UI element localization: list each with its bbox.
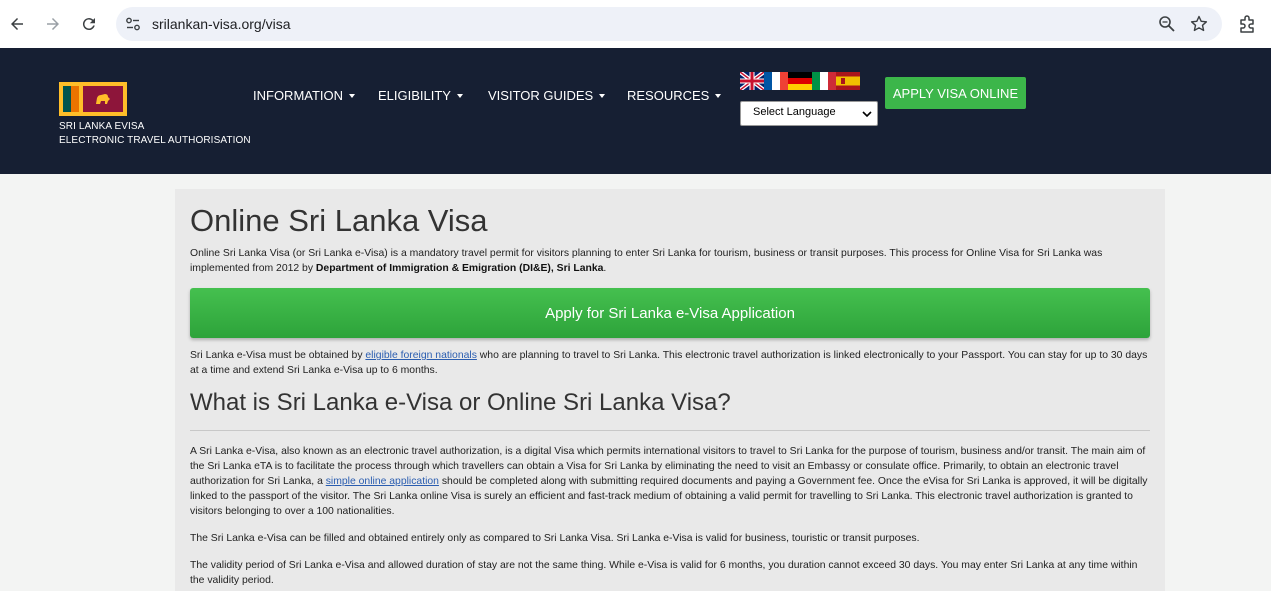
france-flag-icon[interactable] bbox=[764, 72, 788, 90]
language-select-value: Select Language bbox=[753, 106, 836, 118]
menu-label: INFORMATION bbox=[253, 88, 344, 103]
url-text[interactable]: srilankan-visa.org/visa bbox=[152, 16, 291, 32]
caret-down-icon bbox=[599, 93, 606, 98]
eligibility-paragraph: Sri Lanka e-Visa must be obtained by eli… bbox=[190, 348, 1150, 378]
browser-toolbar: srilankan-visa.org/visa bbox=[0, 0, 1271, 48]
zoom-icon[interactable] bbox=[1158, 15, 1176, 33]
caret-down-icon bbox=[456, 93, 463, 98]
menu-visitor-guides[interactable]: VISITOR GUIDES bbox=[488, 88, 606, 103]
germany-flag-icon[interactable] bbox=[788, 72, 812, 90]
menu-label: ELIGIBILITY bbox=[378, 88, 451, 103]
spain-flag-icon[interactable] bbox=[836, 72, 860, 90]
validity-paragraph: The validity period of Sri Lanka e-Visa … bbox=[190, 560, 1138, 586]
brand-subtitle[interactable]: ELECTRONIC TRAVEL AUTHORISATION bbox=[59, 135, 251, 146]
bookmark-star-icon[interactable] bbox=[1190, 15, 1208, 33]
eligible-nationals-link[interactable]: eligible foreign nationals bbox=[365, 350, 477, 361]
apply-visa-online-button[interactable]: APPLY VISA ONLINE bbox=[885, 77, 1026, 109]
divider bbox=[190, 430, 1150, 431]
brand-title[interactable]: SRI LANKA EVISA bbox=[59, 121, 144, 132]
italy-flag-icon[interactable] bbox=[812, 72, 836, 90]
section-heading: What is Sri Lanka e-Visa or Online Sri L… bbox=[190, 389, 731, 416]
address-bar[interactable]: srilankan-visa.org/visa bbox=[116, 7, 1222, 41]
site-settings-icon[interactable] bbox=[124, 15, 142, 33]
apply-evisa-button[interactable]: Apply for Sri Lanka e-Visa Application bbox=[190, 288, 1150, 338]
page-title: Online Sri Lanka Visa bbox=[190, 203, 488, 238]
intro-paragraph: Online Sri Lanka Visa (or Sri Lanka e-Vi… bbox=[190, 246, 1150, 276]
extensions-icon[interactable] bbox=[1238, 14, 1258, 34]
menu-label: VISITOR GUIDES bbox=[488, 88, 594, 103]
back-arrow-icon[interactable] bbox=[5, 12, 29, 36]
comparison-paragraph: The Sri Lanka e-Visa can be filled and o… bbox=[190, 533, 920, 544]
intro-bold-text: Department of Immigration & Emigration (… bbox=[315, 263, 604, 274]
main-content: Online Sri Lanka Visa Online Sri Lanka V… bbox=[175, 189, 1165, 591]
sri-lanka-flag-logo[interactable] bbox=[59, 82, 127, 116]
chevron-down-icon bbox=[862, 111, 872, 118]
caret-down-icon bbox=[349, 93, 356, 98]
forward-arrow-icon[interactable] bbox=[41, 12, 65, 36]
simple-online-application-link[interactable]: simple online application bbox=[326, 476, 439, 487]
uk-flag-icon[interactable] bbox=[740, 72, 764, 90]
what-is-paragraph: A Sri Lanka e-Visa, also known as an ele… bbox=[190, 444, 1150, 519]
menu-resources[interactable]: RESOURCES bbox=[627, 88, 722, 103]
paragraph-text: Sri Lanka e-Visa must be obtained by bbox=[190, 350, 366, 361]
site-header: SRI LANKA EVISA ELECTRONIC TRAVEL AUTHOR… bbox=[0, 48, 1271, 174]
language-select[interactable]: Select Language bbox=[740, 101, 878, 126]
reload-icon[interactable] bbox=[77, 12, 101, 36]
intro-text-end: . bbox=[603, 263, 607, 274]
menu-information[interactable]: INFORMATION bbox=[253, 88, 356, 103]
menu-label: RESOURCES bbox=[627, 88, 710, 103]
menu-eligibility[interactable]: ELIGIBILITY bbox=[378, 88, 463, 103]
caret-down-icon bbox=[715, 93, 722, 98]
language-flags bbox=[740, 72, 860, 90]
